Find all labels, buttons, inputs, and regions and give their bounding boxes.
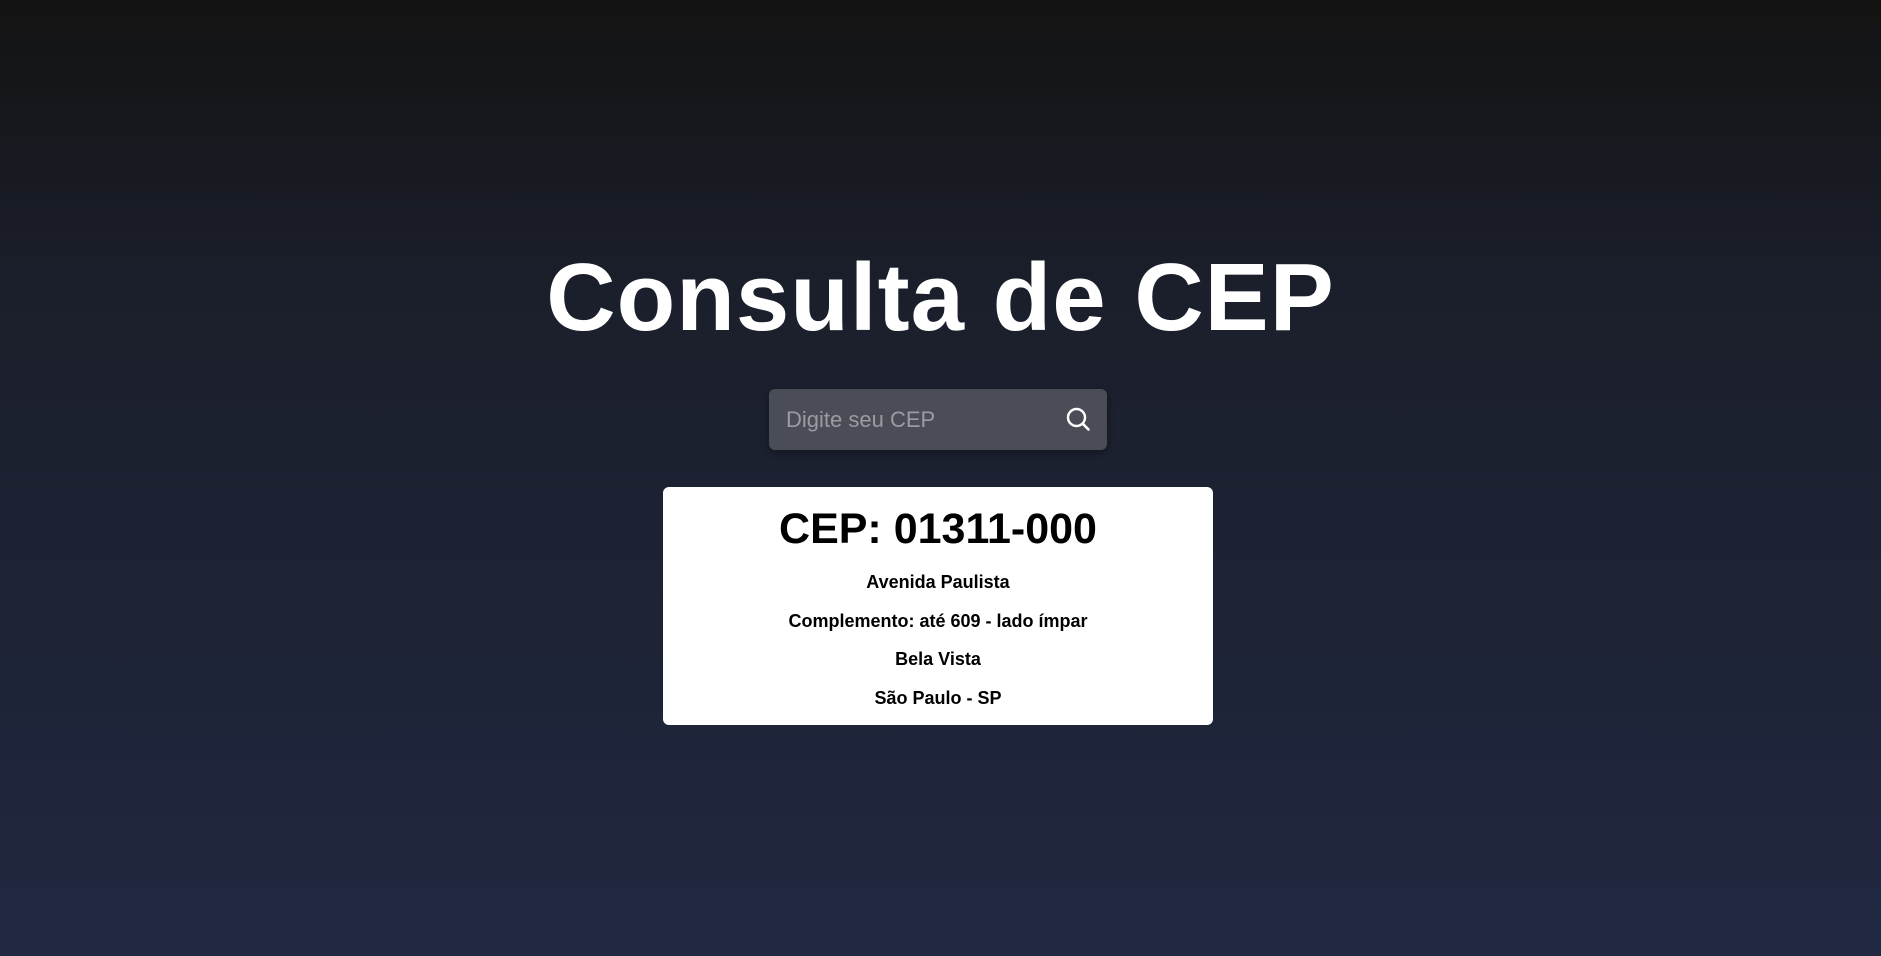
street-text: Avenida Paulista — [866, 572, 1010, 592]
cep-result-heading: CEP: 01311-000 — [779, 505, 1097, 553]
app-root: Consulta de CEP CEP: 01311-000 Avenida P… — [0, 0, 1881, 956]
search-bar — [769, 389, 1107, 450]
search-icon — [1065, 406, 1091, 435]
neighborhood-text: Bela Vista — [895, 649, 981, 669]
cep-search-input[interactable] — [769, 389, 1049, 450]
complement-text: Complemento: até 609 - lado ímpar — [788, 611, 1088, 631]
page-title: Consulta de CEP — [546, 244, 1335, 351]
city-state-text: São Paulo - SP — [874, 688, 1002, 708]
cep-result-card: CEP: 01311-000 Avenida Paulista Compleme… — [663, 487, 1213, 725]
search-button[interactable] — [1061, 403, 1095, 437]
